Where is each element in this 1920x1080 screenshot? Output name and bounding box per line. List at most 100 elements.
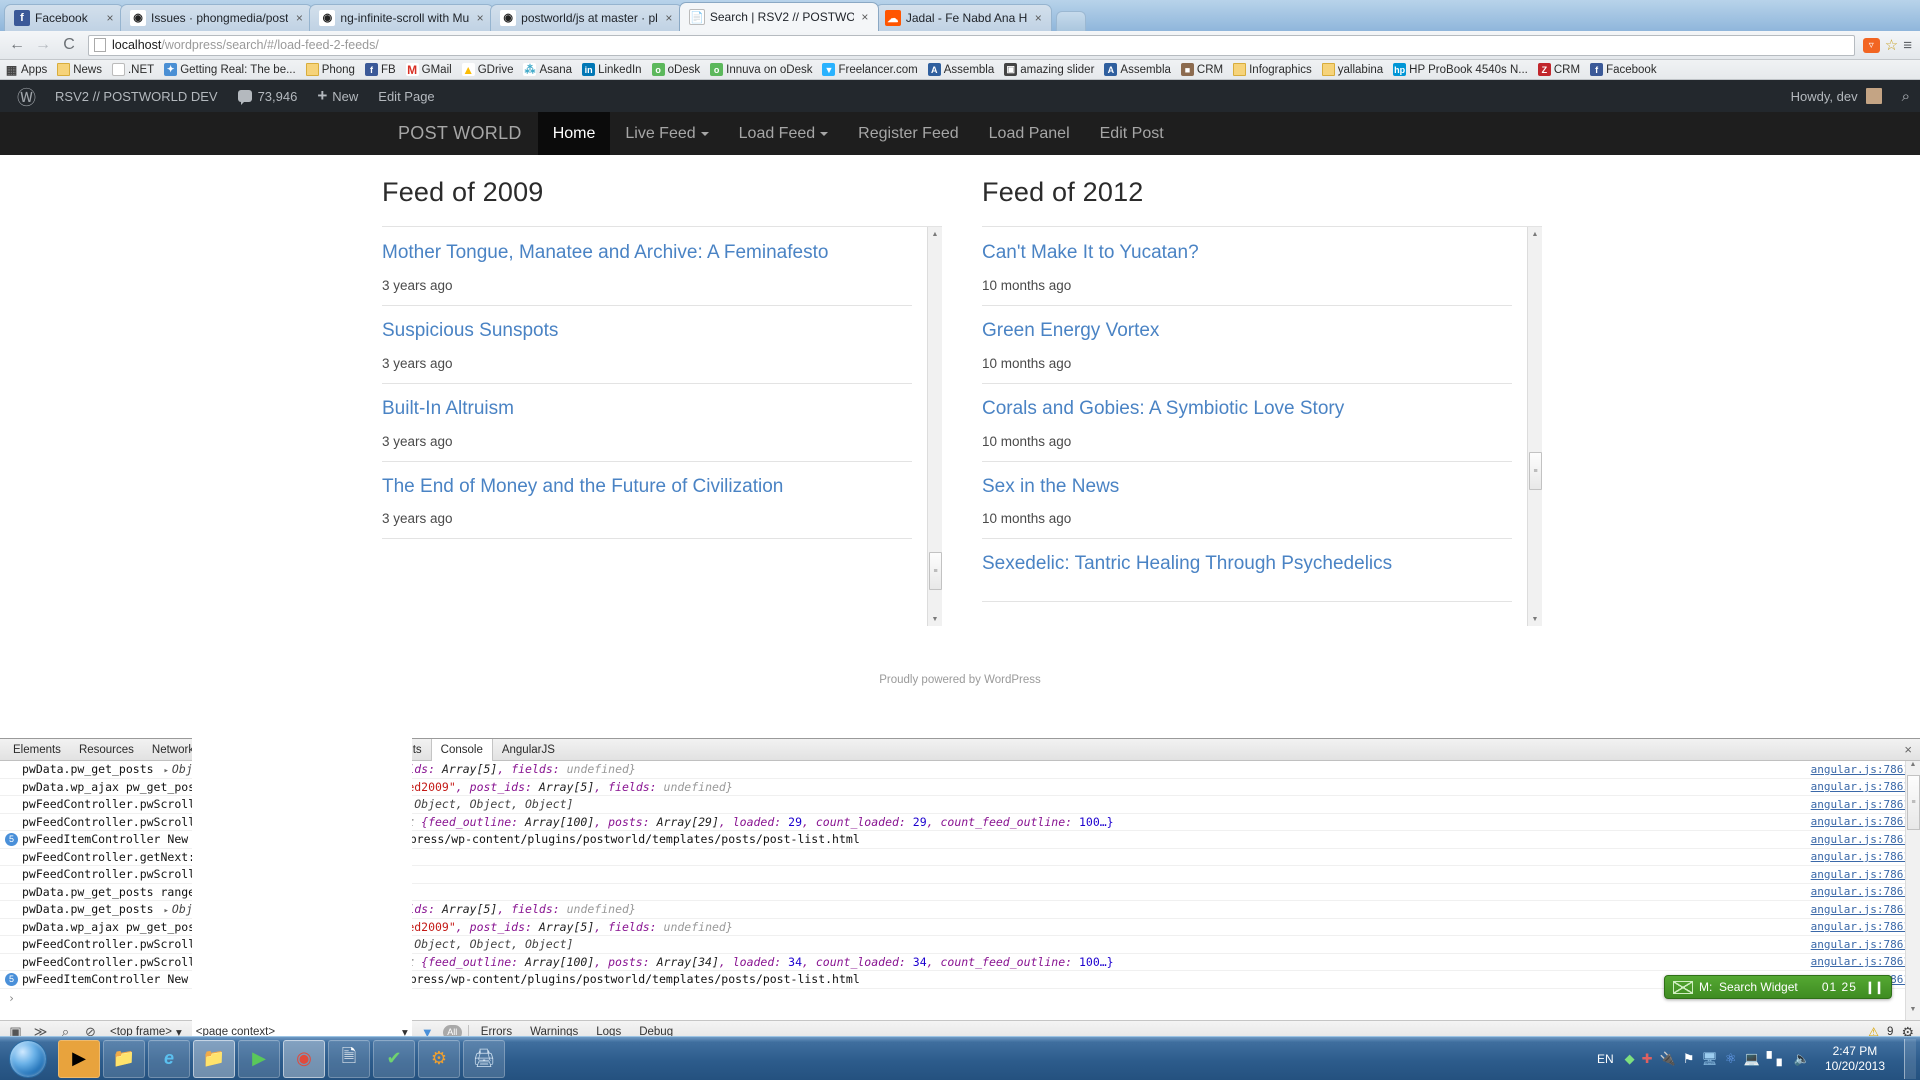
taskbar-app-folder-window[interactable]: 📁 bbox=[193, 1039, 235, 1078]
devtools-tab-elements[interactable]: Elements bbox=[4, 739, 70, 761]
scroll-down-arrow-icon[interactable]: ▼ bbox=[1906, 1006, 1920, 1020]
back-icon[interactable]: ← bbox=[6, 34, 28, 56]
bookmark-infographics[interactable]: Infographics bbox=[1233, 63, 1312, 76]
console-source-link[interactable]: angular.js:7861 bbox=[1811, 833, 1910, 846]
admin-bar-new[interactable]: + New bbox=[307, 80, 368, 112]
bookmark-amazing-slider[interactable]: ▣ amazing slider bbox=[1004, 63, 1094, 76]
close-icon[interactable]: × bbox=[103, 11, 117, 25]
console-source-link[interactable]: angular.js:7861 bbox=[1811, 780, 1910, 793]
search-icon[interactable]: ⌕ bbox=[1892, 80, 1920, 112]
close-icon[interactable]: × bbox=[292, 11, 306, 25]
show-desktop-button[interactable] bbox=[1904, 1038, 1916, 1079]
tray-icon-display[interactable]: 🖥 bbox=[1701, 1051, 1718, 1067]
console-source-link[interactable]: angular.js:7861 bbox=[1811, 798, 1910, 811]
scrollbar-thumb[interactable]: ≡ bbox=[1907, 775, 1920, 830]
admin-bar-site-name[interactable]: RSV2 // POSTWORLD DEV bbox=[45, 80, 228, 112]
browser-tab[interactable]: ◉ Issues · phongmedia/post × bbox=[120, 4, 314, 31]
forward-icon[interactable]: → bbox=[32, 34, 54, 56]
reload-icon[interactable]: C bbox=[58, 34, 80, 56]
tray-icon-1[interactable]: ◆ bbox=[1625, 1051, 1635, 1067]
post-title-link[interactable]: The End of Money and the Future of Civil… bbox=[382, 476, 912, 498]
console-source-link[interactable]: angular.js:7861 bbox=[1811, 815, 1910, 828]
browser-tab[interactable]: ◉ ng-infinite-scroll with Mu × bbox=[309, 4, 495, 31]
address-bar[interactable]: localhost/wordpress/search/#/load-feed-2… bbox=[88, 34, 1855, 56]
tray-icon-bluetooth[interactable]: ⚛ bbox=[1725, 1051, 1737, 1067]
bookmark-gdrive[interactable]: ▲ GDrive bbox=[461, 63, 513, 77]
pause-icon[interactable]: ❙❙ bbox=[1865, 980, 1884, 994]
scroll-up-arrow-icon[interactable]: ▲ bbox=[1906, 761, 1920, 775]
taskbar-app-media-player-2[interactable]: ▶ bbox=[238, 1039, 280, 1078]
admin-bar-comments[interactable]: 73,946 bbox=[228, 80, 308, 112]
console-source-link[interactable]: angular.js:7861 bbox=[1811, 920, 1910, 933]
bookmark-odesk[interactable]: o oDesk bbox=[651, 63, 700, 76]
tray-icon-flag[interactable]: ⚑ bbox=[1683, 1051, 1695, 1067]
bookmark-getting-real[interactable]: ✦ Getting Real: The be... bbox=[164, 63, 296, 76]
bookmark-innuva-odesk[interactable]: o Innuva on oDesk bbox=[710, 63, 812, 76]
scrollbar-thumb[interactable]: ≡ bbox=[1529, 452, 1542, 490]
rss-icon[interactable]: ▿ bbox=[1862, 37, 1880, 53]
nav-item-home[interactable]: Home bbox=[537, 112, 611, 155]
browser-tab[interactable]: f Facebook × bbox=[4, 4, 124, 31]
close-icon[interactable]: × bbox=[473, 11, 487, 25]
bookmark-apps[interactable]: ▦ Apps bbox=[5, 63, 47, 77]
bookmark-facebook[interactable]: f Facebook bbox=[1590, 63, 1657, 76]
console-source-link[interactable]: angular.js:7861 bbox=[1811, 938, 1910, 951]
start-button[interactable] bbox=[2, 1038, 54, 1080]
nav-item-live-feed[interactable]: Live Feed bbox=[610, 112, 723, 155]
bookmark-fb[interactable]: f FB bbox=[364, 63, 396, 76]
taskbar-clock[interactable]: 2:47 PM 10/20/2013 bbox=[1817, 1044, 1893, 1074]
bookmark-linkedin[interactable]: in LinkedIn bbox=[582, 63, 642, 76]
tray-icon-volume[interactable]: 🔈 bbox=[1794, 1051, 1810, 1067]
taskbar-app-settings[interactable]: ⚙ bbox=[418, 1039, 460, 1078]
tray-icon-signal[interactable]: ▘▖ bbox=[1767, 1051, 1787, 1067]
language-indicator[interactable]: EN bbox=[1597, 1052, 1618, 1066]
taskbar-app-windows-media-player[interactable]: ▶ bbox=[58, 1039, 100, 1078]
bookmark-gmail[interactable]: M GMail bbox=[405, 63, 452, 77]
bookmark-news[interactable]: News bbox=[57, 63, 102, 76]
devtools-tab-console[interactable]: Console bbox=[430, 738, 493, 761]
console-source-link[interactable]: angular.js:7861 bbox=[1811, 763, 1910, 776]
feed-scroll-region[interactable]: Mother Tongue, Manatee and Archive: A Fe… bbox=[382, 226, 942, 626]
console-source-link[interactable]: angular.js:7861 bbox=[1811, 885, 1910, 898]
bookmark-star-icon[interactable]: ☆ bbox=[1885, 36, 1898, 54]
bookmark-phong[interactable]: Phong bbox=[305, 63, 355, 76]
scrollbar-thumb[interactable]: ≡ bbox=[929, 552, 942, 590]
close-icon[interactable]: × bbox=[662, 11, 676, 25]
search-widget-toast[interactable]: M: Search Widget 01 25 ❙❙ bbox=[1664, 975, 1892, 999]
taskbar-app-file-explorer[interactable]: 📁 bbox=[103, 1039, 145, 1078]
new-tab-button[interactable] bbox=[1056, 11, 1087, 31]
nav-item-load-feed[interactable]: Load Feed bbox=[724, 112, 844, 155]
browser-tab-active[interactable]: 📄 Search | RSV2 // POSTWOl × bbox=[678, 2, 879, 31]
context-selector[interactable]: <page context> ▾ bbox=[191, 713, 412, 1080]
taskbar-app-internet-explorer[interactable]: e bbox=[148, 1039, 190, 1078]
browser-tab[interactable]: ☁ Jadal - Fe Nabd Ana H × bbox=[874, 4, 1053, 31]
taskbar-app-checkmark[interactable]: ✔ bbox=[373, 1039, 415, 1078]
wordpress-logo-icon[interactable]: Ⓦ bbox=[8, 80, 45, 112]
site-brand[interactable]: POST WORLD bbox=[398, 112, 538, 155]
scroll-up-arrow-icon[interactable]: ▲ bbox=[1528, 227, 1542, 241]
admin-bar-edit-page[interactable]: Edit Page bbox=[368, 80, 444, 112]
devtools-tab-angularjs[interactable]: AngularJS bbox=[493, 739, 564, 761]
bookmark-crm[interactable]: ■ CRM bbox=[1180, 63, 1223, 76]
bookmark-crm-2[interactable]: Z CRM bbox=[1537, 63, 1580, 76]
close-icon[interactable]: × bbox=[1904, 742, 1912, 757]
bookmark-hp-probook[interactable]: hp HP ProBook 4540s N... bbox=[1393, 63, 1528, 76]
taskbar-app-text-editor[interactable]: 🗎 bbox=[328, 1039, 370, 1078]
taskbar-app-google-chrome[interactable]: ◉ bbox=[283, 1039, 325, 1078]
nav-item-edit-post[interactable]: Edit Post bbox=[1085, 112, 1179, 155]
console-source-link[interactable]: angular.js:7861 bbox=[1811, 868, 1910, 881]
post-title-link[interactable]: Sexedelic: Tantric Healing Through Psych… bbox=[982, 553, 1512, 575]
console-scrollbar[interactable]: ▲ ≡ ▼ bbox=[1905, 761, 1920, 1020]
post-title-link[interactable]: Can't Make It to Yucatan? bbox=[982, 242, 1512, 264]
post-title-link[interactable]: Green Energy Vortex bbox=[982, 320, 1512, 342]
feed-scrollbar-2009[interactable]: ▲ ≡ ▼ bbox=[927, 227, 942, 626]
bookmark-dotnet[interactable]: .NET bbox=[111, 63, 154, 76]
feed-scrollbar-2012[interactable]: ▲ ≡ ▼ bbox=[1527, 227, 1542, 626]
bookmark-freelancer[interactable]: ▼ Freelancer.com bbox=[822, 63, 918, 76]
bookmark-assembla[interactable]: A Assembla bbox=[927, 63, 994, 76]
tray-icon-2[interactable]: ✚ bbox=[1642, 1051, 1653, 1067]
scroll-down-arrow-icon[interactable]: ▼ bbox=[928, 612, 942, 626]
scroll-up-arrow-icon[interactable]: ▲ bbox=[928, 227, 942, 241]
tray-icon-network[interactable]: 💻 bbox=[1744, 1051, 1760, 1067]
close-icon[interactable]: × bbox=[858, 10, 872, 24]
